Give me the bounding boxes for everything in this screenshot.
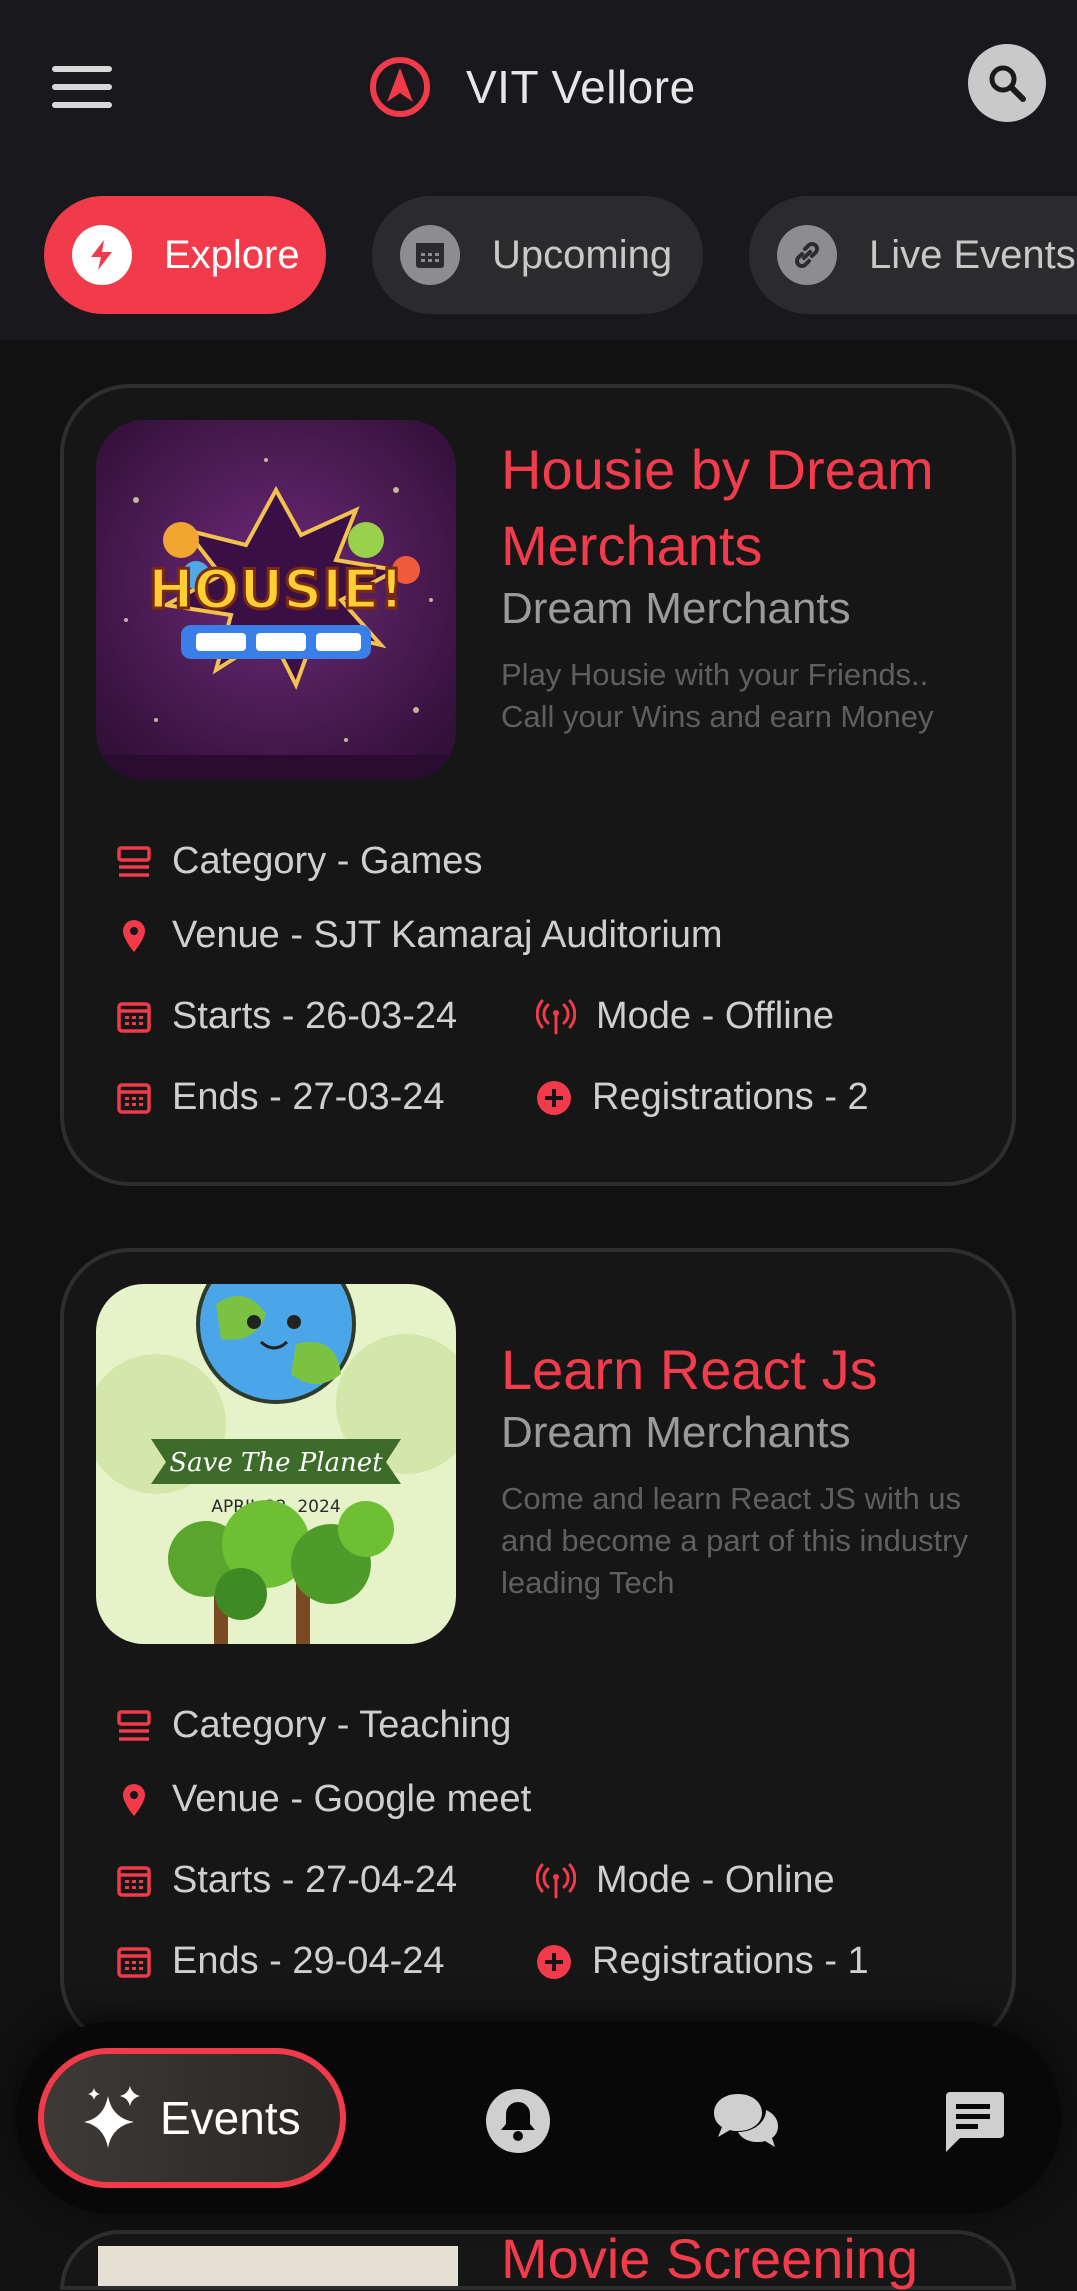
nav-events-button[interactable]: Events <box>38 2048 346 2188</box>
event-end-date: Ends - 27-03-24 <box>116 1076 445 1119</box>
event-category: Category - Teaching <box>116 1704 511 1747</box>
list-icon <box>117 1709 151 1741</box>
event-mode: Mode - Offline <box>536 995 834 1038</box>
nav-events-label: Events <box>160 2092 301 2144</box>
event-category: Category - Games <box>116 840 482 883</box>
event-card[interactable]: Movie Screening <box>60 2227 1016 2290</box>
tab-label: Upcoming <box>492 232 673 277</box>
poster-text: HOUSIE! <box>148 558 403 621</box>
event-description: Play Housie with your Friends.. Call you… <box>501 657 934 734</box>
event-venue: Venue - SJT Kamaraj Auditorium <box>116 914 723 957</box>
event-registrations: Registrations - 2 <box>536 1076 869 1119</box>
calendar-icon <box>117 1001 151 1033</box>
tab-explore[interactable]: Explore <box>44 196 326 314</box>
broadcast-antenna-icon <box>536 999 576 1034</box>
search-button[interactable] <box>968 44 1046 122</box>
calendar-icon <box>117 1946 151 1978</box>
calendar-icon <box>117 1082 151 1114</box>
event-poster-image <box>98 2246 458 2286</box>
event-venue: Venue - Google meet <box>116 1778 531 1821</box>
search-icon <box>989 65 1026 102</box>
tab-live-events[interactable]: Live Events <box>749 196 1077 314</box>
event-organizer: Dream Merchants <box>501 1408 851 1457</box>
broadcast-antenna-icon <box>536 1863 576 1898</box>
chat-bubbles-icon[interactable] <box>712 2088 780 2154</box>
event-card[interactable]: HOUSIE! Housie by Dream Merchants Dream … <box>60 384 1016 1186</box>
event-registrations: Registrations - 1 <box>536 1940 869 1983</box>
bottom-navigation: Events <box>16 2022 1061 2214</box>
location-pin-icon <box>123 1783 145 1816</box>
tab-upcoming[interactable]: Upcoming <box>372 196 703 314</box>
event-start-date: Starts - 26-03-24 <box>116 995 457 1038</box>
add-circle-icon <box>537 1944 571 1979</box>
calendar-icon <box>400 225 460 285</box>
poster-text: Save The Planet <box>169 1448 383 1478</box>
event-end-date: Ends - 29-04-24 <box>116 1940 445 1983</box>
link-icon <box>777 225 837 285</box>
event-description: Come and learn React JS with us and beco… <box>501 1481 968 1600</box>
event-start-date: Starts - 27-04-24 <box>116 1859 457 1902</box>
message-icon[interactable] <box>940 2088 1006 2154</box>
calendar-icon <box>117 1865 151 1897</box>
event-poster-image: HOUSIE! <box>96 420 456 780</box>
sparkles-icon <box>84 2086 140 2148</box>
notification-bell-icon[interactable] <box>485 2088 551 2154</box>
brand: VIT Vellore <box>368 52 696 122</box>
tab-label: Live Events <box>869 232 1076 277</box>
app-title: VIT Vellore <box>466 61 696 113</box>
hamburger-menu-icon[interactable] <box>52 66 112 112</box>
top-app-bar: VIT Vellore Explore Upcoming Live Events <box>0 0 1077 340</box>
event-poster-image: Save The Planet APRIL 22, 2024 <box>96 1284 456 1644</box>
event-mode: Mode - Online <box>536 1859 835 1902</box>
navigation-arrow-logo-icon <box>370 57 430 117</box>
add-circle-icon <box>537 1080 571 1115</box>
event-title: Learn React Js <box>501 1338 878 1401</box>
list-icon <box>117 845 151 877</box>
event-title: Housie by Dream Merchants <box>501 438 934 577</box>
event-organizer: Dream Merchants <box>501 584 851 633</box>
location-pin-icon <box>123 919 145 952</box>
event-card[interactable]: Save The Planet APRIL 22, 2024 Learn Rea… <box>60 1248 1016 2048</box>
tab-label: Explore <box>164 232 300 277</box>
lightning-icon <box>72 225 132 285</box>
